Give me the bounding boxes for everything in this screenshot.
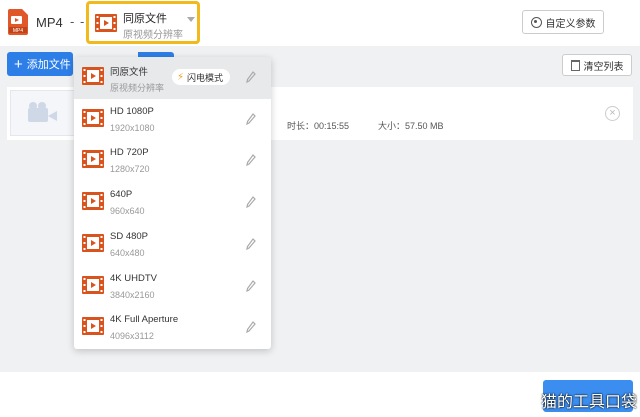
custom-params-label: 自定义参数 [545, 18, 596, 30]
edit-pencil-icon[interactable] [246, 196, 256, 209]
film-icon [82, 275, 104, 297]
preset-option-name: 4K UHDTV [110, 272, 157, 284]
watermark: 猫的工具口袋 [541, 394, 638, 411]
top-bar: MP4 MP4 - - 同原文件 原视频分辨率 自定义参数 [0, 0, 640, 46]
preset-option[interactable]: 640P 960x640 [74, 182, 271, 224]
preset-option-resolution: 1280x720 [110, 164, 150, 175]
format-label: MP4 [36, 15, 63, 30]
add-file-button[interactable]: + 添加文件 [7, 52, 73, 76]
clear-list-button[interactable]: 清空列表 [562, 54, 632, 76]
edit-pencil-icon[interactable] [246, 279, 256, 292]
flash-mode-label: 闪电模式 [187, 72, 224, 83]
preset-option-name: SD 480P [110, 230, 149, 242]
preset-option[interactable]: HD 720P 1280x720 [74, 140, 271, 182]
preset-subtitle: 原视频分辨率 [123, 30, 183, 41]
remove-file-button[interactable]: × [605, 106, 620, 121]
preset-option[interactable]: 4K Full Aperture 4096x3112 [74, 307, 271, 349]
video-thumbnail [10, 90, 76, 136]
film-icon [82, 317, 104, 338]
edit-pencil-icon[interactable] [246, 154, 256, 167]
preset-selector[interactable]: 同原文件 原视频分辨率 [86, 1, 200, 44]
mp4-file-icon: MP4 [8, 9, 28, 35]
gear-icon [530, 16, 542, 28]
file-duration: 时长：00:15:55 [287, 121, 350, 131]
preset-option-name: HD 720P [110, 147, 149, 159]
plus-icon: + [14, 55, 23, 73]
preset-option-resolution: 1920x1080 [110, 122, 155, 133]
separator: - - [70, 14, 86, 29]
file-size: 大小：57.50 MB [378, 121, 444, 131]
preset-option-name: 640P [110, 189, 133, 201]
preset-option-name: 4K Full Aperture [110, 314, 179, 326]
clear-list-label: 清空列表 [583, 61, 624, 73]
preset-option-resolution: 960x640 [110, 206, 145, 217]
trash-icon [570, 59, 580, 71]
preset-option[interactable]: SD 480P 640x480 [74, 224, 271, 266]
preset-option-name: 同原文件 [110, 67, 149, 78]
edit-pencil-icon[interactable] [246, 321, 256, 334]
preset-option[interactable]: 同原文件原视频分辨率 ⚡ 闪电模式 [74, 57, 271, 99]
film-icon [82, 150, 104, 171]
preset-option-name: HD 1080P [110, 105, 154, 117]
preset-dropdown: 同原文件原视频分辨率 ⚡ 闪电模式 HD 1080P 1920x1080 HD 720P 1… [74, 57, 271, 349]
preset-option[interactable]: HD 1080P 1920x1080 [74, 99, 271, 141]
preset-option-resolution: 原视频分辨率 [110, 83, 165, 93]
film-icon [82, 233, 104, 255]
film-icon [95, 14, 117, 32]
video-camera-icon [28, 102, 58, 124]
custom-params-button[interactable]: 自定义参数 [522, 10, 604, 34]
svg-text:MP4: MP4 [13, 28, 24, 34]
edit-pencil-icon[interactable] [246, 71, 256, 84]
preset-option[interactable]: 4K UHDTV 3840x2160 [74, 266, 271, 308]
lightning-icon: ⚡ [177, 71, 185, 83]
preset-option-resolution: 640x480 [110, 247, 145, 258]
film-icon [82, 108, 104, 130]
preset-option-resolution: 4096x3112 [110, 331, 154, 342]
edit-pencil-icon[interactable] [246, 112, 256, 125]
preset-option-resolution: 3840x2160 [110, 289, 155, 300]
add-file-label: 添加文件 [26, 59, 71, 71]
edit-pencil-icon[interactable] [246, 237, 256, 250]
flash-mode-badge[interactable]: ⚡ 闪电模式 [172, 69, 230, 85]
film-icon [82, 67, 104, 88]
chevron-down-icon [187, 17, 195, 22]
film-icon [82, 192, 104, 213]
preset-title: 同原文件 [123, 13, 167, 25]
